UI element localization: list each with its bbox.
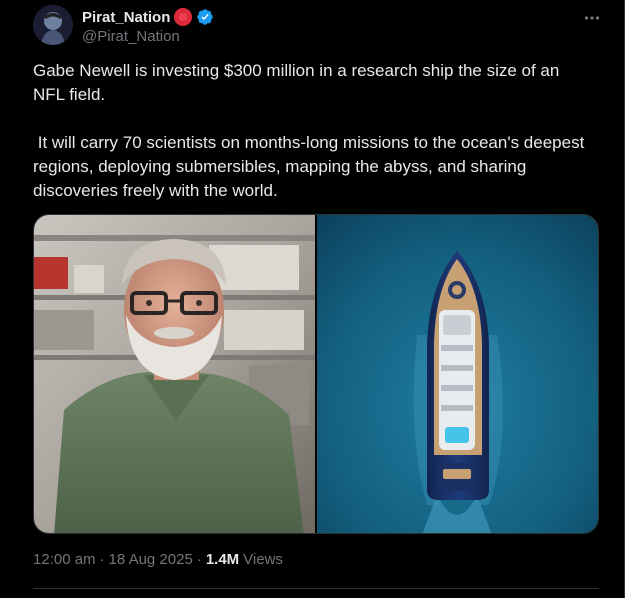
red-circle-badge-icon [174,8,193,26]
views-count[interactable]: 1.4M [206,551,239,568]
tweet-paragraph-1: Gabe Newell is investing $300 million in… [33,61,560,104]
portrait-photo[interactable] [34,215,315,533]
tweet-header: Pirat_Nation @Pirat_Nation [33,5,603,47]
divider [33,588,599,589]
tweet-text: Gabe Newell is investing $300 million in… [33,59,593,203]
media-grid [33,214,599,534]
verified-badge-icon [197,9,214,25]
display-name[interactable]: Pirat_Nation [82,9,170,26]
meta-separator: · [196,551,202,568]
tweet-paragraph-2: It will carry 70 scientists on months-lo… [33,133,590,200]
avatar[interactable] [33,5,73,45]
tweet-date[interactable]: 18 Aug 2025 [109,551,193,568]
user-handle[interactable]: @Pirat_Nation [82,28,180,45]
ship-aerial-photo[interactable] [317,215,598,533]
views-label: Views [243,551,283,568]
tweet: Pirat_Nation @Pirat_Nation Gabe Newell i… [0,0,625,598]
meta-separator: · [99,551,105,568]
tweet-meta: 12:00 am · 18 Aug 2025 · 1.4M Views [33,551,283,568]
name-row: Pirat_Nation [82,7,214,27]
more-options-button[interactable] [579,5,605,31]
more-horizontal-icon [584,16,600,20]
tweet-time[interactable]: 12:00 am [33,551,96,568]
